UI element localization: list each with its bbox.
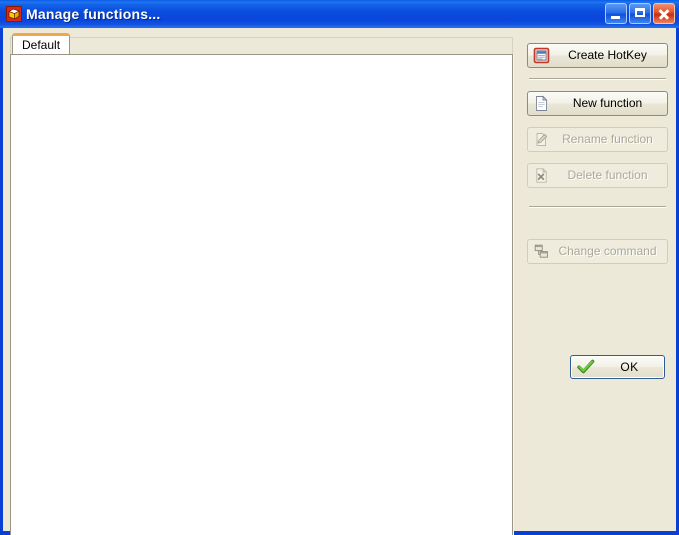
rename-function-button[interactable]: Rename function <box>527 127 668 152</box>
new-function-button[interactable]: New function <box>527 91 668 116</box>
close-icon <box>654 4 674 23</box>
separator-2 <box>529 206 666 207</box>
pencil-icon <box>533 131 550 148</box>
ok-button[interactable]: OK <box>570 355 665 379</box>
delete-document-icon <box>533 167 550 184</box>
maximize-button[interactable] <box>629 3 651 24</box>
ok-label: OK <box>620 360 639 374</box>
function-list-panel[interactable] <box>10 54 513 535</box>
create-hotkey-label: Create HotKey <box>568 48 647 62</box>
hotkey-window-icon <box>533 47 550 64</box>
window-title: Manage functions... <box>26 6 161 22</box>
cube-icon <box>6 6 22 22</box>
delete-function-label: Delete function <box>567 168 648 182</box>
tab-default[interactable]: Default <box>12 33 71 55</box>
new-document-icon <box>533 95 550 112</box>
action-button-panel: Create HotKey New function Rename functi… <box>522 36 670 526</box>
separator-1 <box>529 78 666 79</box>
close-button[interactable] <box>653 3 675 24</box>
rename-function-label: Rename function <box>562 132 653 146</box>
change-command-button[interactable]: Change command <box>527 239 668 264</box>
function-list[interactable] <box>11 55 512 535</box>
window-controls <box>605 3 675 24</box>
green-check-icon <box>577 359 595 375</box>
tab-strip: Default <box>10 33 513 55</box>
title-bar: Manage functions... <box>0 0 679 28</box>
maximize-icon <box>635 8 645 17</box>
new-function-label: New function <box>572 96 643 110</box>
dialog-client-area: Default Create HotKey New function Renam… <box>3 28 676 535</box>
linked-windows-icon <box>533 243 550 260</box>
minimize-button[interactable] <box>605 3 627 24</box>
create-hotkey-button[interactable]: Create HotKey <box>527 43 668 68</box>
tab-strip-background <box>10 37 513 55</box>
manage-functions-window: Manage functions... Default Create HotKe… <box>0 0 679 535</box>
minimize-icon <box>611 16 620 19</box>
delete-function-button[interactable]: Delete function <box>527 163 668 188</box>
change-command-label: Change command <box>558 244 657 258</box>
